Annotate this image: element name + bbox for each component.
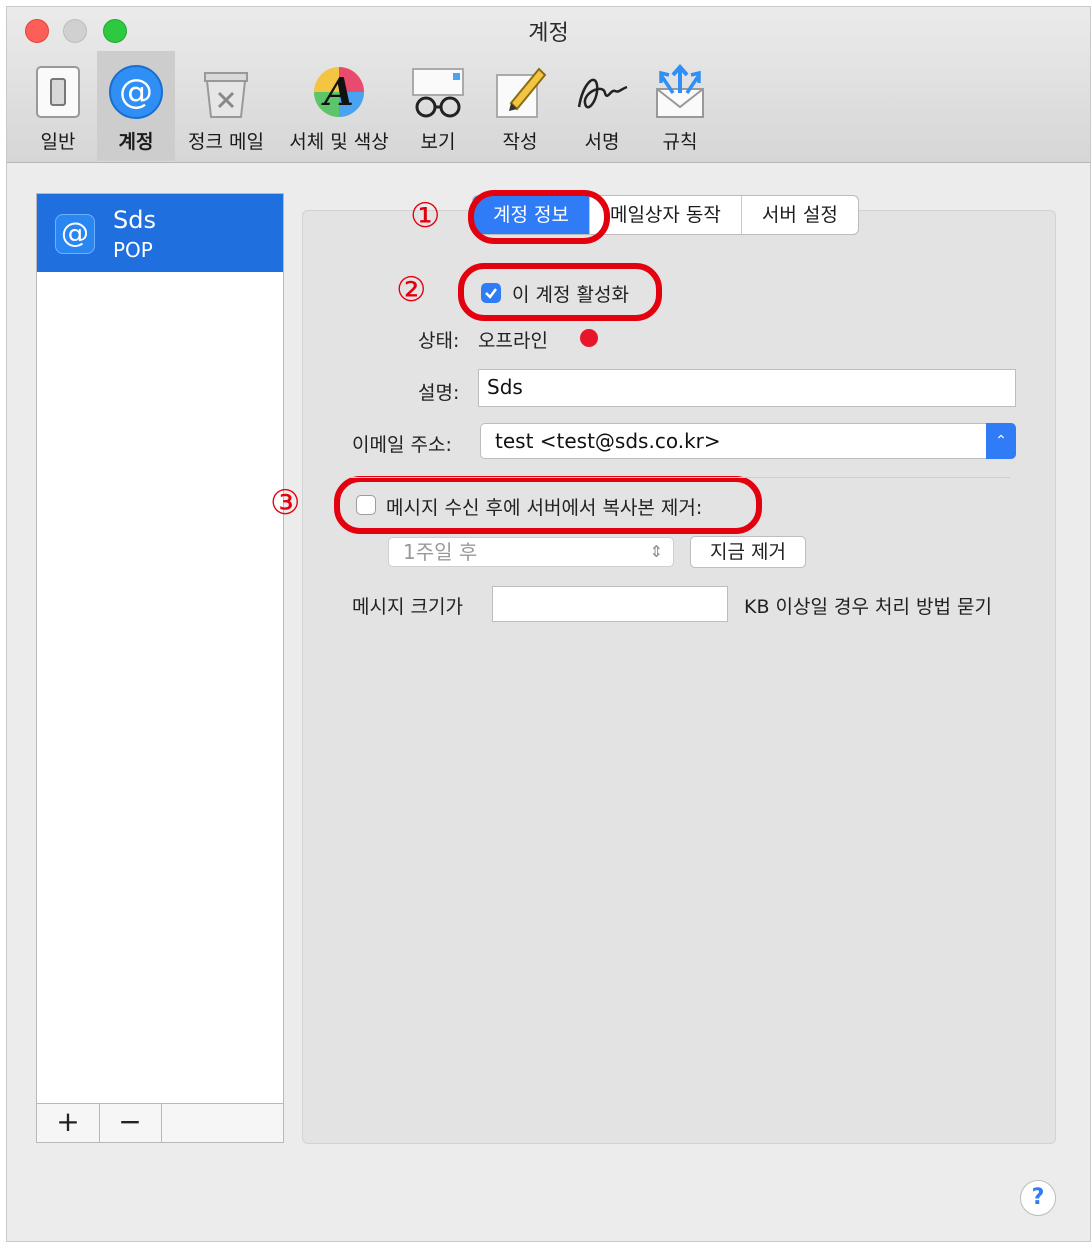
account-row-selected[interactable]: @ Sds POP	[37, 194, 283, 272]
status-value: 오프라인	[478, 330, 548, 352]
help-button[interactable]: ?	[1020, 1180, 1056, 1216]
annotation-marker-3: ③	[270, 483, 301, 523]
account-list: @ Sds POP + −	[36, 193, 284, 1143]
chevron-updown-icon: ⇕	[649, 542, 663, 561]
status-offline-indicator	[580, 329, 598, 347]
remove-account-button[interactable]: −	[99, 1104, 162, 1142]
toolbar-item-signatures[interactable]: 서명	[567, 51, 637, 161]
toolbar: 계정 일반 @ 계정 정크 메일 A 서체 및 색상 보기 작성 서명 규칙	[7, 7, 1090, 163]
description-label: 설명:	[418, 382, 460, 404]
toolbar-item-accounts[interactable]: @ 계정	[97, 51, 175, 161]
chevron-updown-icon: ⌃	[986, 423, 1016, 459]
email-address-value: test <test@sds.co.kr>	[495, 429, 721, 453]
annotation-marker-1: ①	[410, 196, 441, 236]
toolbar-item-rules[interactable]: 규칙	[645, 51, 715, 161]
window-title: 계정	[528, 21, 569, 46]
toolbar-label: 일반	[40, 131, 76, 153]
font-color-icon: A	[314, 67, 364, 117]
account-list-footer: + −	[37, 1103, 283, 1142]
trash-icon	[204, 72, 248, 118]
message-size-label: 메시지 크기가	[352, 596, 463, 618]
tab-mailbox-behaviors[interactable]: 메일상자 동작	[590, 196, 742, 234]
add-account-button[interactable]: +	[37, 1104, 100, 1142]
toolbar-label: 작성	[502, 131, 538, 153]
remove-after-value: 1주일 후	[403, 540, 478, 564]
email-address-label: 이메일 주소:	[352, 434, 452, 456]
remove-after-select[interactable]: 1주일 후 ⇕	[388, 537, 674, 567]
toolbar-item-junk-mail[interactable]: 정크 메일	[179, 51, 273, 161]
toolbar-label: 보기	[420, 131, 456, 153]
remove-copy-label: 메시지 수신 후에 서버에서 복사본 제거:	[386, 497, 703, 519]
message-size-suffix: KB 이상일 경우 처리 방법 묻기	[744, 596, 992, 618]
annotation-ring-1	[468, 190, 610, 244]
annotation-marker-2: ②	[396, 270, 427, 310]
toolbar-label: 규칙	[662, 131, 698, 153]
svg-text:@: @	[119, 72, 153, 112]
toolbar-item-composing[interactable]: 작성	[485, 51, 555, 161]
remove-now-button[interactable]: 지금 제거	[690, 536, 806, 568]
remove-copy-checkbox[interactable]	[356, 495, 376, 515]
toolbar-label: 계정	[118, 131, 154, 153]
pencil-icon	[496, 67, 547, 118]
enable-account-label: 이 계정 활성화	[512, 284, 629, 306]
tab-server-settings[interactable]: 서버 설정	[742, 196, 858, 234]
account-name: Sds	[113, 206, 156, 234]
account-settings-panel	[302, 210, 1056, 1144]
toolbar-item-viewing[interactable]: 보기	[403, 51, 473, 161]
section-divider	[350, 477, 1010, 478]
switch-icon	[36, 66, 80, 118]
enable-account-checkbox[interactable]	[481, 283, 501, 303]
envelope-arrows-icon	[656, 63, 704, 118]
svg-text:A: A	[321, 69, 353, 114]
toolbar-label: 정크 메일	[188, 131, 264, 153]
status-label: 상태:	[418, 330, 460, 352]
toolbar-label: 서체 및 색상	[289, 131, 389, 153]
glasses-icon	[412, 68, 464, 118]
description-field[interactable]: Sds	[478, 369, 1016, 407]
email-address-select[interactable]: test <test@sds.co.kr> ⌃	[480, 423, 1016, 459]
toolbar-label: 서명	[584, 131, 620, 153]
message-size-field[interactable]	[492, 586, 728, 622]
at-sign-icon: @	[109, 65, 163, 119]
at-sign-icon: @	[55, 214, 95, 254]
checkmark-icon	[485, 288, 497, 299]
signature-icon	[577, 78, 628, 109]
toolbar-item-fonts-colors[interactable]: A 서체 및 색상	[283, 51, 395, 161]
account-type: POP	[113, 238, 153, 262]
toolbar-item-general[interactable]: 일반	[19, 51, 97, 161]
